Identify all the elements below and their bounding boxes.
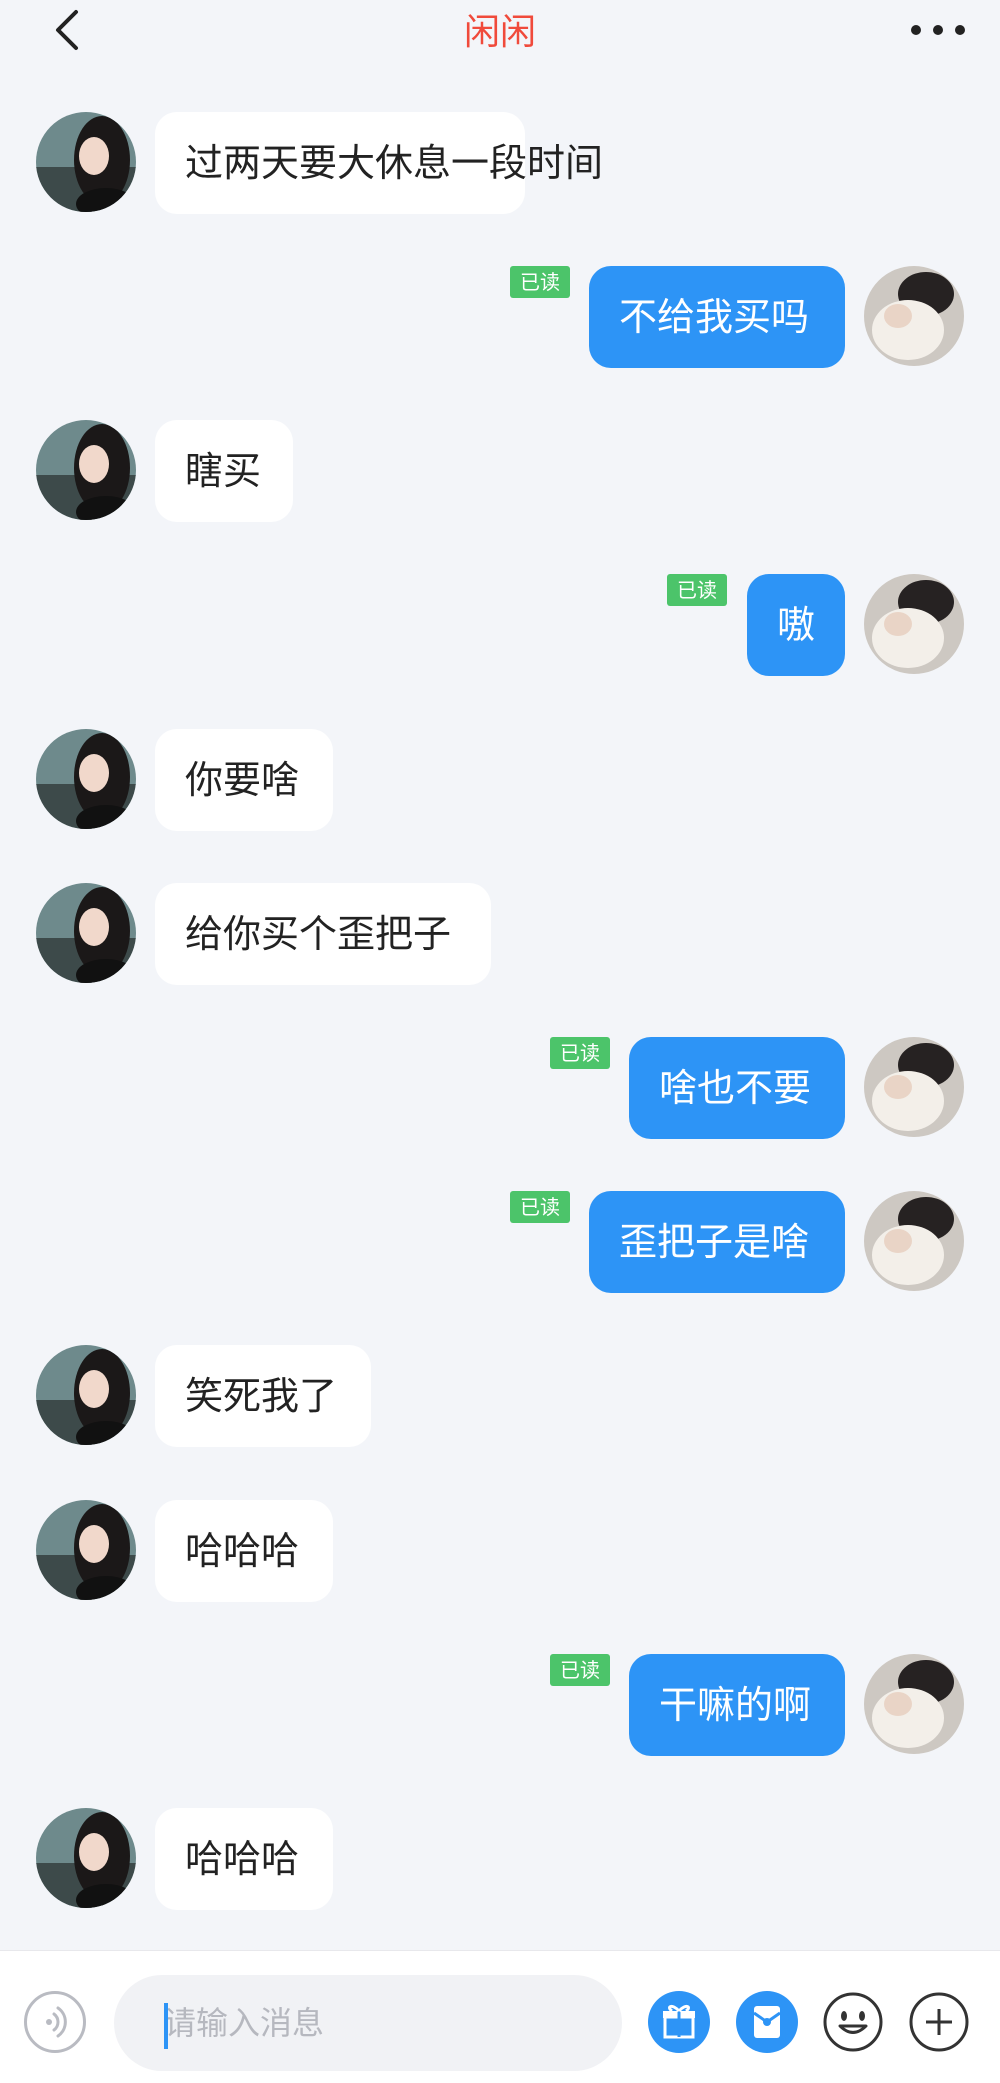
message-input[interactable]	[114, 1975, 622, 2071]
red-packet-button[interactable]	[736, 1991, 798, 2053]
message-bubble[interactable]: 笑死我了	[155, 1345, 371, 1447]
message-bubble[interactable]: 不给我买吗	[589, 266, 845, 368]
contact-avatar[interactable]	[36, 729, 136, 829]
contact-avatar[interactable]	[36, 883, 136, 983]
avatar-image	[864, 1191, 964, 1291]
message-bubble[interactable]: 嗷	[747, 574, 845, 676]
contact-avatar[interactable]	[36, 112, 136, 212]
sent-message: 嗷已读	[0, 574, 1000, 684]
add-button[interactable]	[908, 1991, 970, 2053]
plus-icon	[909, 1992, 969, 2052]
message-bubble[interactable]: 哈哈哈	[155, 1808, 333, 1910]
contact-avatar[interactable]	[36, 1345, 136, 1445]
gift-button[interactable]	[648, 1991, 710, 2053]
avatar-image	[36, 1500, 136, 1600]
my-avatar[interactable]	[864, 574, 964, 674]
read-status-badge: 已读	[550, 1654, 610, 1686]
red-packet-icon	[736, 1991, 798, 2053]
message-list: 过两天要大休息一段时间 不给我买吗 已读 瞎买嗷已读 你要啥 给你买个歪把子 啥也不要 已读歪…	[0, 0, 1000, 1945]
read-status-badge: 已读	[667, 574, 727, 606]
read-status-badge: 已读	[510, 1191, 570, 1223]
message-bubble[interactable]: 瞎买	[155, 420, 293, 522]
my-avatar[interactable]	[864, 1654, 964, 1754]
avatar-image	[864, 1654, 964, 1754]
avatar-image	[864, 266, 964, 366]
my-avatar[interactable]	[864, 266, 964, 366]
avatar-image	[36, 1345, 136, 1445]
my-avatar[interactable]	[864, 1037, 964, 1137]
message-bubble[interactable]: 哈哈哈	[155, 1500, 333, 1602]
sent-message: 啥也不要 已读	[0, 1037, 1000, 1147]
read-status-badge: 已读	[550, 1037, 610, 1069]
voice-button[interactable]	[24, 1991, 86, 2053]
contact-avatar[interactable]	[36, 1808, 136, 1908]
voice-icon	[46, 2006, 67, 2038]
text-cursor	[164, 2003, 168, 2049]
sent-message: 歪把子是啥 已读	[0, 1191, 1000, 1301]
message-bubble[interactable]: 歪把子是啥	[589, 1191, 845, 1293]
input-bar	[0, 1950, 1000, 2083]
avatar-image	[36, 112, 136, 212]
received-message: 给你买个歪把子	[0, 883, 1000, 993]
received-message: 哈哈哈	[0, 1808, 1000, 1918]
sent-message: 干嘛的啊 已读	[0, 1654, 1000, 1764]
avatar-image	[36, 1808, 136, 1908]
avatar-image	[36, 420, 136, 520]
gift-icon	[648, 1991, 710, 2053]
contact-avatar[interactable]	[36, 1500, 136, 1600]
received-message: 过两天要大休息一段时间	[0, 112, 1000, 222]
my-avatar[interactable]	[864, 1191, 964, 1291]
message-bubble[interactable]: 你要啥	[155, 729, 333, 831]
received-message: 瞎买	[0, 420, 1000, 530]
contact-avatar[interactable]	[36, 420, 136, 520]
avatar-image	[36, 729, 136, 829]
read-status-badge: 已读	[510, 266, 570, 298]
received-message: 你要啥	[0, 729, 1000, 839]
emoji-button[interactable]	[822, 1991, 884, 2053]
avatar-image	[864, 1037, 964, 1137]
avatar-image	[864, 574, 964, 674]
message-bubble[interactable]: 啥也不要	[629, 1037, 845, 1139]
emoji-icon	[823, 1992, 883, 2052]
message-bubble[interactable]: 给你买个歪把子	[155, 883, 491, 985]
message-bubble[interactable]: 过两天要大休息一段时间	[155, 112, 603, 214]
sent-message: 不给我买吗 已读	[0, 266, 1000, 376]
avatar-image	[36, 883, 136, 983]
received-message: 哈哈哈	[0, 1500, 1000, 1610]
received-message: 笑死我了	[0, 1345, 1000, 1455]
message-bubble[interactable]: 干嘛的啊	[629, 1654, 845, 1756]
